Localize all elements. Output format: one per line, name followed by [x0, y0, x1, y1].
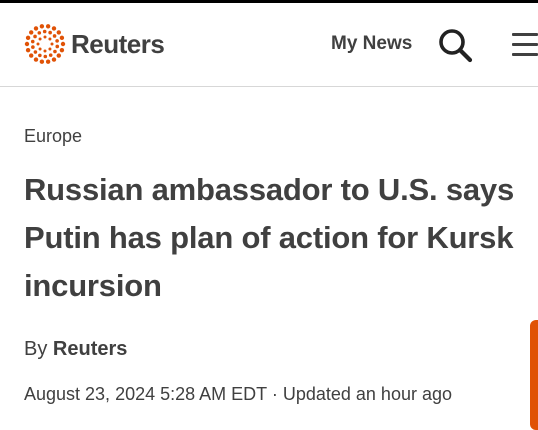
- dateline-separator: ·: [271, 384, 278, 404]
- hamburger-menu-icon: [512, 33, 538, 36]
- byline: By Reuters: [24, 338, 127, 361]
- search-button[interactable]: [437, 27, 473, 63]
- search-icon: [439, 29, 473, 63]
- reuters-logo[interactable]: Reuters: [24, 23, 165, 65]
- site-header: Reuters My News: [0, 3, 538, 87]
- menu-button[interactable]: [512, 33, 538, 57]
- hamburger-menu-icon-line: [512, 43, 538, 46]
- author-link[interactable]: Reuters: [53, 338, 127, 360]
- section-link[interactable]: Europe: [24, 126, 82, 147]
- published-time: August 23, 2024 5:28 AM EDT: [24, 384, 267, 404]
- feedback-tab[interactable]: [530, 320, 538, 430]
- reuters-logo-icon: [24, 24, 66, 64]
- brand-name: Reuters: [71, 28, 165, 59]
- article-title: Russian ambassador to U.S. says Putin ha…: [24, 172, 514, 303]
- hamburger-menu-icon-line: [512, 53, 538, 56]
- my-news-link[interactable]: My News: [331, 33, 412, 55]
- dateline: August 23, 2024 5:28 AM EDT · Updated an…: [24, 384, 452, 405]
- updated-time: Updated an hour ago: [282, 384, 452, 404]
- byline-prefix: By: [24, 338, 48, 360]
